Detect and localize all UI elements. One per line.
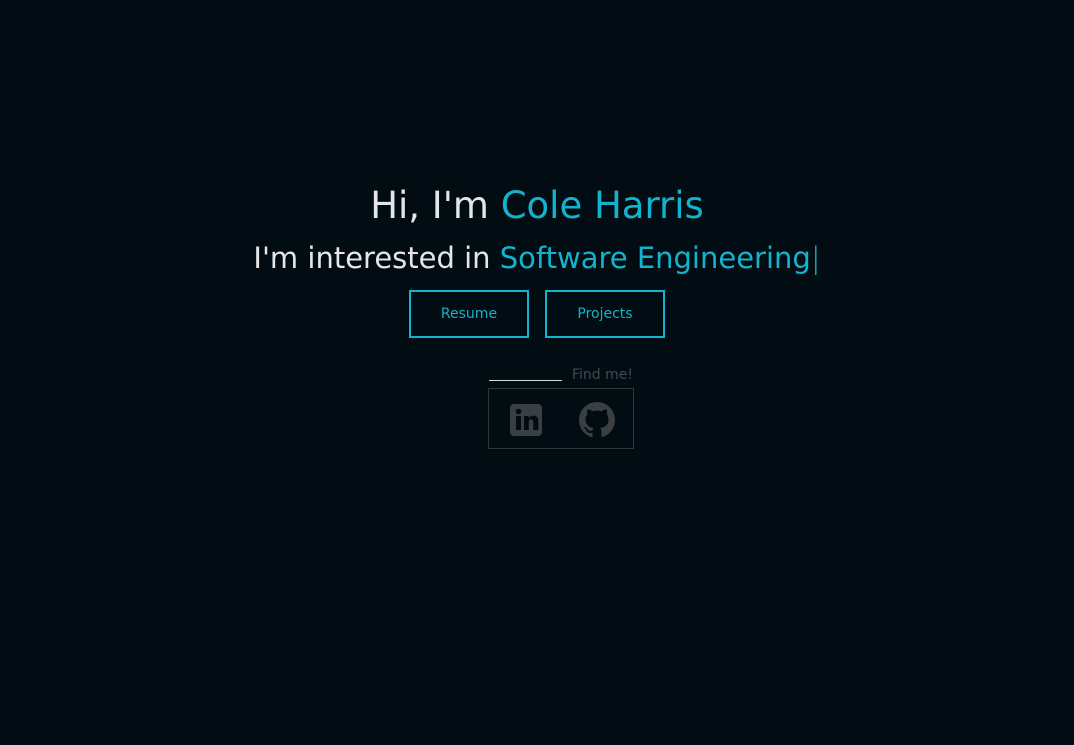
greeting-prefix: Hi, I'm xyxy=(370,184,501,227)
find-me-divider xyxy=(489,380,562,381)
interest-prefix: I'm interested in xyxy=(253,241,500,275)
linkedin-link[interactable] xyxy=(508,402,544,438)
hero-buttons: Resume Projects xyxy=(0,290,1074,338)
hero-name: Cole Harris xyxy=(500,184,704,227)
find-me-header: Find me! xyxy=(489,366,635,386)
projects-button[interactable]: Projects xyxy=(545,290,665,338)
linkedin-icon xyxy=(510,404,542,436)
find-me-label: Find me! xyxy=(572,367,633,383)
github-link[interactable] xyxy=(579,402,615,438)
interest-value: Software Engineering xyxy=(499,241,811,275)
hero-interest: I'm interested in Software Engineering| xyxy=(0,236,1074,280)
typing-cursor: | xyxy=(810,241,821,275)
hero-greeting: Hi, I'm Cole Harris xyxy=(0,180,1074,232)
page: Hi, I'm Cole Harris I'm interested in So… xyxy=(0,0,1074,745)
github-icon xyxy=(579,402,615,438)
social-links-box xyxy=(488,388,634,449)
resume-button[interactable]: Resume xyxy=(409,290,529,338)
